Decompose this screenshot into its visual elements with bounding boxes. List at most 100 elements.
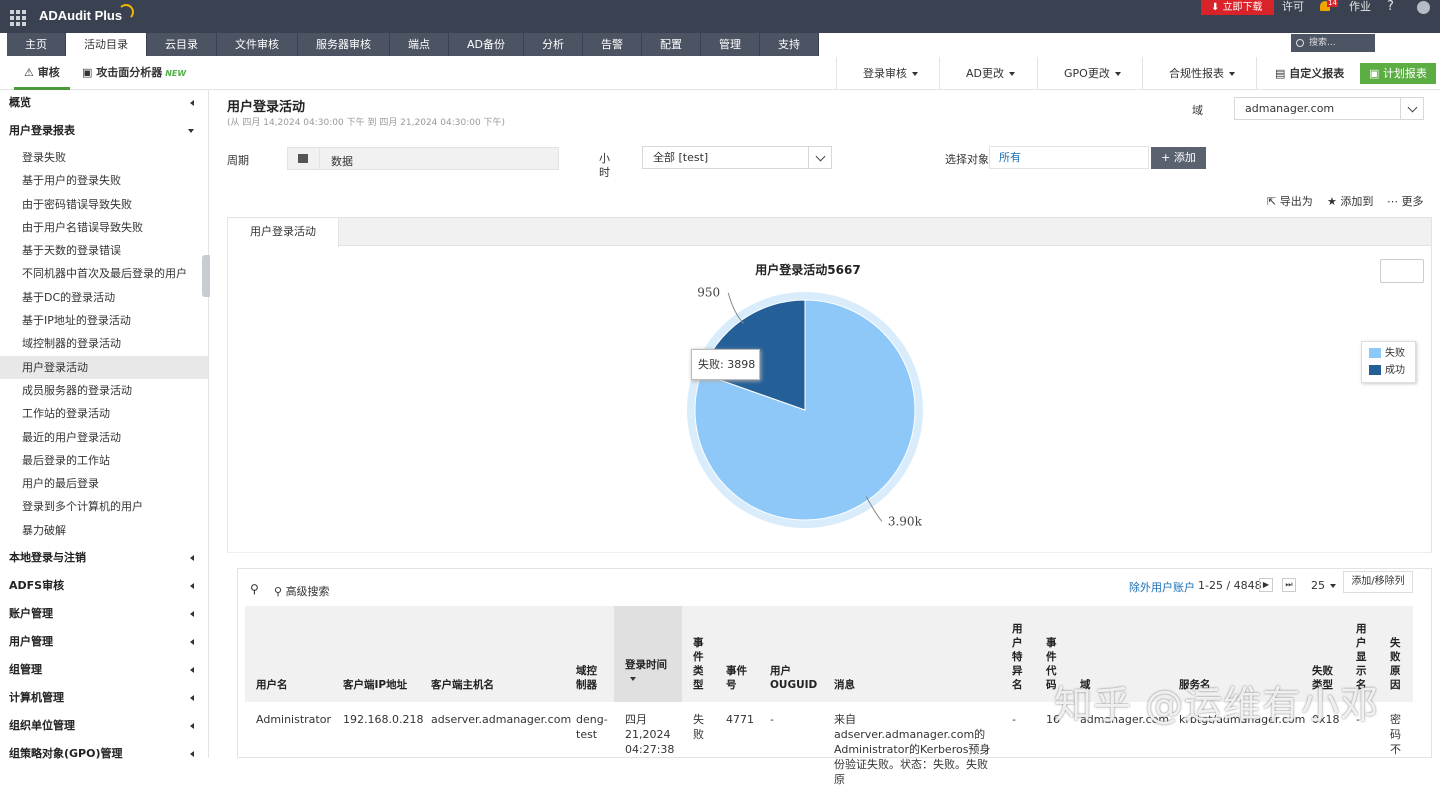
menu-logon-audit[interactable]: 登录审核 — [836, 57, 944, 90]
col-message[interactable]: 消息 — [834, 678, 855, 692]
exclude-users-link[interactable]: 除外用户账户 — [1129, 579, 1195, 595]
col-dc[interactable]: 域控制器 — [576, 664, 600, 692]
download-button[interactable]: ⬇ 立即下载 — [1201, 0, 1274, 15]
tab-nav-11[interactable]: 支持 — [760, 33, 819, 56]
tab-nav-8[interactable]: 告警 — [583, 33, 642, 56]
tab-nav-7[interactable]: 分析 — [524, 33, 583, 56]
global-search-input[interactable]: 搜索... — [1291, 34, 1375, 52]
sidebar-section[interactable]: 账户管理 — [0, 601, 208, 629]
period-value: 数据 — [331, 155, 353, 168]
sidebar-item[interactable]: 最近的用户登录活动 — [0, 426, 208, 449]
object-input[interactable]: 所有 — [989, 146, 1149, 169]
watermark: 知乎 @运维有小邓 — [1054, 683, 1380, 727]
tab-nav-10[interactable]: 管理 — [701, 33, 760, 56]
custom-report-button[interactable]: ▤ 自定义报表 — [1256, 57, 1362, 90]
col-failure-reason[interactable]: 失败原因 — [1390, 636, 1402, 692]
sidebar-section[interactable]: 本地登录与注销 — [0, 545, 208, 573]
add-to-button[interactable]: ★ 添加到 — [1327, 193, 1373, 209]
sidebar-section[interactable]: 组策略对象(GPO)管理 — [0, 741, 208, 769]
add-remove-columns-button[interactable]: 添加/移除列 — [1343, 571, 1413, 593]
tab-nav-4[interactable]: 服务器审核 — [298, 33, 390, 56]
add-object-button[interactable]: + 添加 — [1151, 147, 1206, 169]
tab-nav-3[interactable]: 文件审核 — [217, 33, 298, 56]
tab-nav-2[interactable]: 云目录 — [147, 33, 217, 56]
sidebar-item[interactable]: 成员服务器的登录活动 — [0, 379, 208, 402]
menu-compliance[interactable]: 合规性报表 — [1142, 57, 1261, 90]
sidebar-item[interactable]: 基于DC的登录活动 — [0, 286, 208, 309]
sidebar-item[interactable]: 暴力破解 — [0, 519, 208, 542]
col-ouguid[interactable]: 用户OUGUID — [770, 664, 817, 692]
sidebar-section-label: 本地登录与注销 — [9, 551, 86, 565]
chart-type-switch-icon[interactable] — [1380, 259, 1424, 283]
advanced-search-button[interactable]: ⚲ 高级搜索 — [274, 583, 330, 599]
paging-info: 1-25 / 4848 — [1198, 579, 1262, 592]
chevron-left-icon — [190, 100, 194, 106]
sidebar-item[interactable]: 由于密码错误导致失败 — [0, 193, 208, 216]
legend-item-success[interactable]: 成功 — [1369, 365, 1405, 379]
sidebar-item[interactable]: 基于IP地址的登录活动 — [0, 309, 208, 332]
tab-attack-label: 攻击面分析器 — [96, 66, 163, 79]
sidebar-item[interactable]: 登录失败 — [0, 146, 208, 169]
sidebar-item[interactable]: 最后登录的工作站 — [0, 449, 208, 472]
sidebar-item[interactable]: 域控制器的登录活动 — [0, 332, 208, 355]
schedule-report-button[interactable]: ▣ 计划报表 — [1360, 63, 1436, 84]
sidebar-section[interactable]: 用户管理 — [0, 629, 208, 657]
more-button[interactable]: ⋯ 更多 — [1387, 193, 1424, 209]
next-page-icon[interactable]: ▶ — [1259, 578, 1273, 592]
tab-nav-6[interactable]: AD备份 — [449, 33, 524, 56]
tab-logon-activity[interactable]: 用户登录活动 — [228, 218, 339, 247]
sidebar-item[interactable]: 由于用户名错误导致失败 — [0, 216, 208, 239]
help-icon[interactable]: ? — [1387, 0, 1394, 15]
user-avatar-icon[interactable] — [1417, 1, 1430, 14]
pie-data-label: 3.90k — [888, 514, 923, 528]
sidebar-item[interactable]: 登录到多个计算机的用户 — [0, 495, 208, 518]
last-page-icon[interactable]: ⏭ — [1282, 578, 1296, 592]
export-button[interactable]: ⇱ 导出为 — [1267, 193, 1313, 209]
period-picker[interactable]: 数据 — [287, 147, 559, 170]
sidebar-item[interactable]: 用户的最后登录 — [0, 472, 208, 495]
sidebar-section-logon-reports[interactable]: 用户登录报表 — [0, 118, 208, 146]
sidebar-section[interactable]: 组管理 — [0, 657, 208, 685]
sidebar-item[interactable]: 用户登录活动 — [0, 355, 208, 379]
tab-nav-0[interactable]: 主页 — [7, 33, 66, 56]
legend-item-failed[interactable]: 失败 — [1369, 348, 1405, 362]
sidebar-section[interactable]: ADFS审核 — [0, 573, 208, 601]
tab-nav-5[interactable]: 端点 — [390, 33, 449, 56]
calendar-icon[interactable] — [288, 148, 320, 169]
col-event-type[interactable]: 事件类型 — [693, 636, 705, 692]
sidebar-items: 登录失败 基于用户的登录失败 由于密码错误导致失败 由于用户名错误导致失败 基于天数的登… — [0, 146, 208, 542]
sidebar-section-overview[interactable]: 概览 — [0, 90, 208, 118]
col-user[interactable]: 用户名 — [256, 678, 288, 692]
sidebar-item[interactable]: 基于用户的登录失败 — [0, 169, 208, 192]
sidebar-section[interactable]: 组织单位管理 — [0, 713, 208, 741]
col-special-name[interactable]: 用户特异名 — [1012, 622, 1024, 692]
sidebar-collapse-handle[interactable] — [202, 255, 210, 297]
jobs-link[interactable]: 作业 — [1349, 0, 1371, 15]
tab-nav-1[interactable]: 活动目录 — [66, 33, 147, 56]
add-to-label: 添加到 — [1340, 195, 1374, 208]
page-size-select[interactable]: 25 — [1311, 579, 1336, 592]
col-event-id[interactable]: 事件号 — [726, 664, 748, 692]
tab-nav-9[interactable]: 配置 — [642, 33, 701, 56]
domain-settings-button[interactable]: ⚙ 域设置 — [1390, 34, 1432, 52]
cell-dc: deng-test — [576, 713, 608, 741]
col-ip[interactable]: 客户端IP地址 — [343, 678, 407, 692]
report-table: ⚲ ⚲ 高级搜索 除外用户账户 1-25 / 4848 ▶ ⏭ 25 添加/移除… — [237, 568, 1432, 786]
tab-audit[interactable]: ⚠ 审核 — [14, 57, 70, 90]
menu-gpo-changes[interactable]: GPO更改 — [1037, 57, 1147, 90]
app-grid-icon[interactable] — [10, 10, 26, 26]
domain-select[interactable]: admanager.com — [1234, 97, 1424, 120]
hour-select[interactable]: 全部 [test] — [642, 146, 832, 169]
col-host[interactable]: 客户端主机名 — [431, 678, 494, 692]
sidebar-item[interactable]: 工作站的登录活动 — [0, 402, 208, 425]
sidebar-item[interactable]: 不同机器中首次及最后登录的用户 — [0, 262, 208, 285]
search-icon[interactable]: ⚲ — [250, 582, 259, 596]
col-logon-time[interactable]: 登录时间 — [614, 606, 682, 702]
menu-ad-changes[interactable]: AD更改 — [939, 57, 1041, 90]
legend-swatch — [1369, 348, 1381, 358]
sidebar-item[interactable]: 基于天数的登录错误 — [0, 239, 208, 262]
main-nav: 主页 活动目录 云目录 文件审核 服务器审核 端点 AD备份 分析 告警 配置 管理 支持 — [7, 33, 819, 56]
sidebar-section[interactable]: 计算机管理 — [0, 685, 208, 713]
license-link[interactable]: 许可 — [1282, 0, 1304, 15]
tab-attack-analyzer[interactable]: ▣ 攻击面分析器 NEW — [82, 57, 186, 90]
